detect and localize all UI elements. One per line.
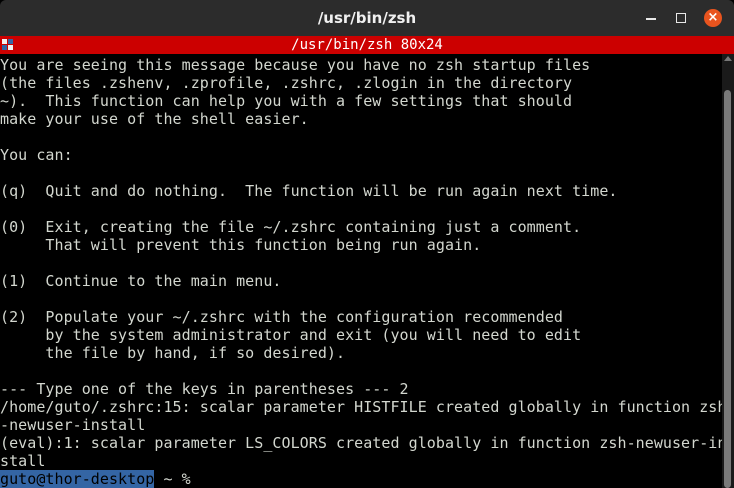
prompt-path: ~ <box>154 470 182 488</box>
terminal-line: (the files .zshenv, .zprofile, .zshrc, .… <box>0 74 573 92</box>
terminal-line: the file by hand, if so desired). <box>0 344 346 362</box>
terminal-line: (q) Quit and do nothing. The function wi… <box>0 182 618 200</box>
terminal-line: (1) Continue to the main menu. <box>0 272 282 290</box>
terminal-line: ~). This function can help you with a fe… <box>0 92 573 110</box>
prompt-symbol: % <box>181 470 191 488</box>
terminal-line: stall <box>0 452 46 470</box>
close-icon[interactable]: × <box>704 9 722 27</box>
command-prompt[interactable]: guto@thor-desktop ~ % <box>0 470 191 488</box>
terminal-line: /home/guto/.zshrc:15: scalar parameter H… <box>0 398 727 416</box>
terminal-output[interactable]: You are seeing this message because you … <box>0 56 726 488</box>
scroll-up-icon[interactable] <box>724 56 732 61</box>
terminal-line: (0) Exit, creating the file ~/.zshrc con… <box>0 218 582 236</box>
terminal-line: by the system administrator and exit (yo… <box>0 326 582 344</box>
screen-title: /usr/bin/zsh 80x24 <box>291 37 443 53</box>
scrollbar[interactable] <box>722 54 734 488</box>
prompt-host: guto@thor-desktop <box>0 470 155 488</box>
terminal-line: --- Type one of the keys in parentheses … <box>0 380 409 398</box>
terminal-line: (eval):1: scalar parameter LS_COLORS cre… <box>0 434 727 452</box>
maximize-icon[interactable] <box>672 9 690 27</box>
window-titlebar[interactable]: /usr/bin/zsh × <box>0 0 734 36</box>
screen-title-bar: /usr/bin/zsh 80x24 <box>0 36 734 54</box>
terminal-line: You are seeing this message because you … <box>0 56 591 74</box>
terminal-line: make your use of the shell easier. <box>0 110 309 128</box>
terminal-line: -newuser-install <box>0 416 146 434</box>
window-title: /usr/bin/zsh <box>317 9 417 27</box>
terminal-line: You can: <box>0 146 73 164</box>
terminal-line: That will prevent this function being ru… <box>0 236 482 254</box>
terminal-line: (2) Populate your ~/.zshrc with the conf… <box>0 308 564 326</box>
scrollbar-thumb[interactable] <box>724 90 731 488</box>
minimize-icon[interactable] <box>642 9 660 27</box>
